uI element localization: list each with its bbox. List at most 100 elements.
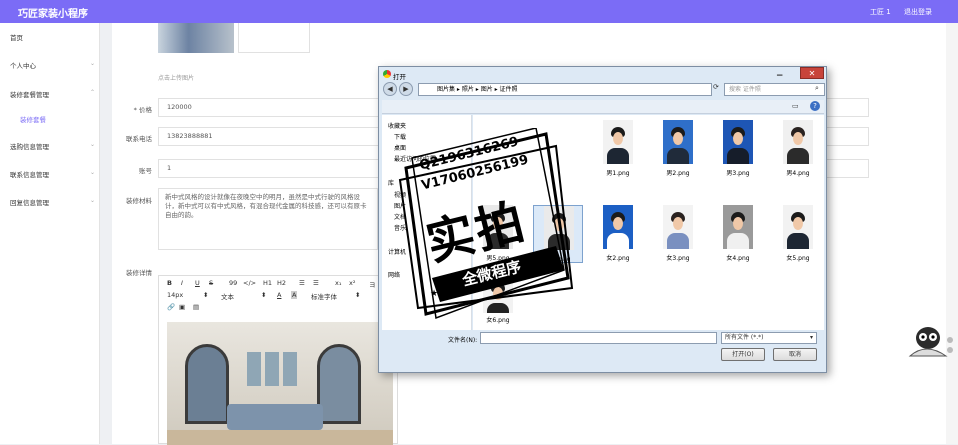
thumb-body — [607, 233, 629, 249]
file-name: 男4.png — [786, 170, 810, 177]
sidebar-item-purchase[interactable]: 选购信息管理 — [10, 141, 49, 151]
filename-input[interactable] — [480, 332, 717, 344]
thumb-face — [733, 217, 743, 230]
sidebar: 首页 个人中心 ⌄ 装修套餐管理 ⌃ 装修套餐 选购信息管理 ⌄ 联系信息管理 … — [0, 23, 100, 444]
file-name: 男3.png — [726, 170, 750, 177]
file-item[interactable]: 女2.png — [593, 205, 643, 263]
file-item[interactable]: 女4.png — [713, 205, 763, 263]
svg-text:★: ★ — [542, 257, 550, 267]
upload-box[interactable] — [238, 23, 310, 53]
material-label: 装修材料 — [126, 197, 152, 205]
chevron-down-icon: ⌄ — [90, 141, 96, 148]
address-bar[interactable]: 图片集 ▸ 照片 ▸ 图片 ▸ 证件照 — [418, 83, 712, 96]
indent-button[interactable]: ヨ — [369, 279, 376, 289]
thumb-body — [787, 233, 809, 249]
sidebar-item-package[interactable]: 装修套餐 — [20, 114, 46, 124]
file-item[interactable]: 男2.png — [653, 120, 703, 178]
h1-button[interactable]: H1 — [263, 279, 272, 287]
photo-thumbnail — [783, 120, 813, 164]
forward-icon[interactable]: ▶ — [399, 82, 413, 96]
cancel-button[interactable]: 取消 — [773, 348, 817, 361]
quote-button[interactable]: 99 — [229, 279, 237, 287]
text-type-select[interactable]: 文本 — [221, 291, 234, 301]
thumb-body — [727, 233, 749, 249]
file-item[interactable]: 男3.png — [713, 120, 763, 178]
photo-thumbnail — [723, 205, 753, 249]
bullet-list-button[interactable]: ☰ — [313, 279, 319, 287]
video-icon[interactable]: ▤ — [193, 303, 199, 311]
link-icon[interactable]: 🔗 — [167, 303, 175, 311]
upload-hint[interactable]: 点击上传图片 — [158, 73, 194, 82]
chevron-down-icon: ⌄ — [90, 169, 96, 176]
help-icon[interactable]: ? — [810, 101, 820, 111]
close-icon[interactable]: ✕ — [800, 67, 824, 79]
uploaded-image[interactable] — [158, 23, 234, 53]
filename-label: 文件名(N): — [448, 337, 478, 344]
sidebar-item-contact[interactable]: 联系信息管理 — [10, 169, 49, 179]
back-icon[interactable]: ◀ — [383, 82, 397, 96]
view-icon[interactable]: ▭ — [792, 102, 799, 110]
sidebar-item-reply[interactable]: 回复信息管理 — [10, 197, 49, 207]
price-label: * 价格 — [133, 106, 152, 114]
file-item[interactable]: 男1.png — [593, 120, 643, 178]
material-textarea[interactable]: 新中式风格的设计就像在夜晚空中的明月，虽然是中式行驶的风格设计，新中式可以有中式… — [158, 188, 378, 250]
sidebar-item-package-mgmt[interactable]: 装修套餐管理 — [10, 89, 49, 99]
photo-thumbnail — [603, 120, 633, 164]
filetype-value: 所有文件 (*.*) — [725, 334, 764, 341]
thumb-face — [793, 132, 803, 145]
filetype-select[interactable]: 所有文件 (*.*) ▾ — [721, 332, 817, 344]
open-button[interactable]: 打开(O) — [721, 348, 765, 361]
user-name[interactable]: 工匠 1 — [870, 7, 891, 17]
refresh-icon[interactable]: ⟳ — [713, 83, 719, 91]
superscript-button[interactable]: x² — [349, 279, 355, 287]
file-item[interactable]: 女3.png — [653, 205, 703, 263]
search-input[interactable]: 搜索 证件照 — [724, 83, 825, 96]
chevron-down-icon: ▾ — [809, 334, 813, 341]
font-family-select[interactable]: 标准字体 — [311, 291, 337, 301]
file-name: 男2.png — [666, 170, 690, 177]
chevron-down-icon: ⌄ — [90, 197, 96, 204]
pet-widget-icon[interactable] — [906, 322, 954, 362]
breadcrumb-item[interactable]: 证件照 — [500, 86, 518, 93]
file-name: 女2.png — [606, 255, 630, 262]
photo-thumbnail — [723, 120, 753, 164]
strike-button[interactable]: S — [209, 279, 213, 287]
image-icon[interactable]: ▣ — [179, 303, 185, 311]
file-name: 女3.png — [666, 255, 690, 262]
h2-button[interactable]: H2 — [277, 279, 286, 287]
app-title: 巧匠家装小程序 — [18, 9, 88, 20]
thumb-face — [673, 217, 683, 230]
dialog-title: 打开 — [393, 73, 406, 81]
file-item[interactable]: 男4.png — [773, 120, 823, 178]
file-item[interactable]: 女5.png — [773, 205, 823, 263]
underline-button[interactable]: U — [195, 279, 200, 287]
font-color-icon[interactable]: A — [277, 291, 281, 299]
sidebar-item-profile[interactable]: 个人中心 — [10, 60, 36, 70]
breadcrumb-item[interactable]: 图片集 — [437, 86, 455, 93]
thumb-body — [667, 148, 689, 164]
bold-button[interactable]: B — [167, 279, 172, 287]
page-scrollbar[interactable] — [946, 23, 958, 444]
tree-libraries[interactable]: 库 — [388, 178, 394, 187]
breadcrumb-item[interactable]: 照片 — [462, 86, 474, 93]
sidebar-item-home[interactable]: 首页 — [10, 32, 23, 42]
detail-label: 装修详情 — [126, 269, 152, 277]
logout-link[interactable]: 退出登录 — [904, 7, 932, 17]
chevron-down-icon: ⬍ — [355, 291, 361, 299]
chevron-down-icon: ⌄ — [90, 60, 96, 67]
breadcrumb-item[interactable]: 图片 — [481, 86, 493, 93]
search-icon: ⌕ — [815, 84, 819, 92]
font-size-select[interactable]: 14px — [167, 291, 183, 299]
ordered-list-button[interactable]: ☰ — [299, 279, 305, 287]
photo-thumbnail — [663, 205, 693, 249]
phone-label: 联系电话 — [126, 135, 152, 143]
photo-thumbnail — [783, 205, 813, 249]
minimize-icon[interactable]: ▁ — [777, 68, 782, 76]
rich-text-editor[interactable]: B I U S 99 </> H1 H2 ☰ ☰ x₁ x² ヨ 14px ⬍ … — [158, 275, 398, 445]
subscript-button[interactable]: x₁ — [335, 279, 341, 287]
italic-button[interactable]: I — [181, 279, 183, 287]
bg-color-icon[interactable]: A — [291, 291, 298, 299]
thumb-face — [613, 132, 623, 145]
code-button[interactable]: </> — [243, 279, 256, 287]
chevron-down-icon: ⬍ — [203, 291, 209, 299]
